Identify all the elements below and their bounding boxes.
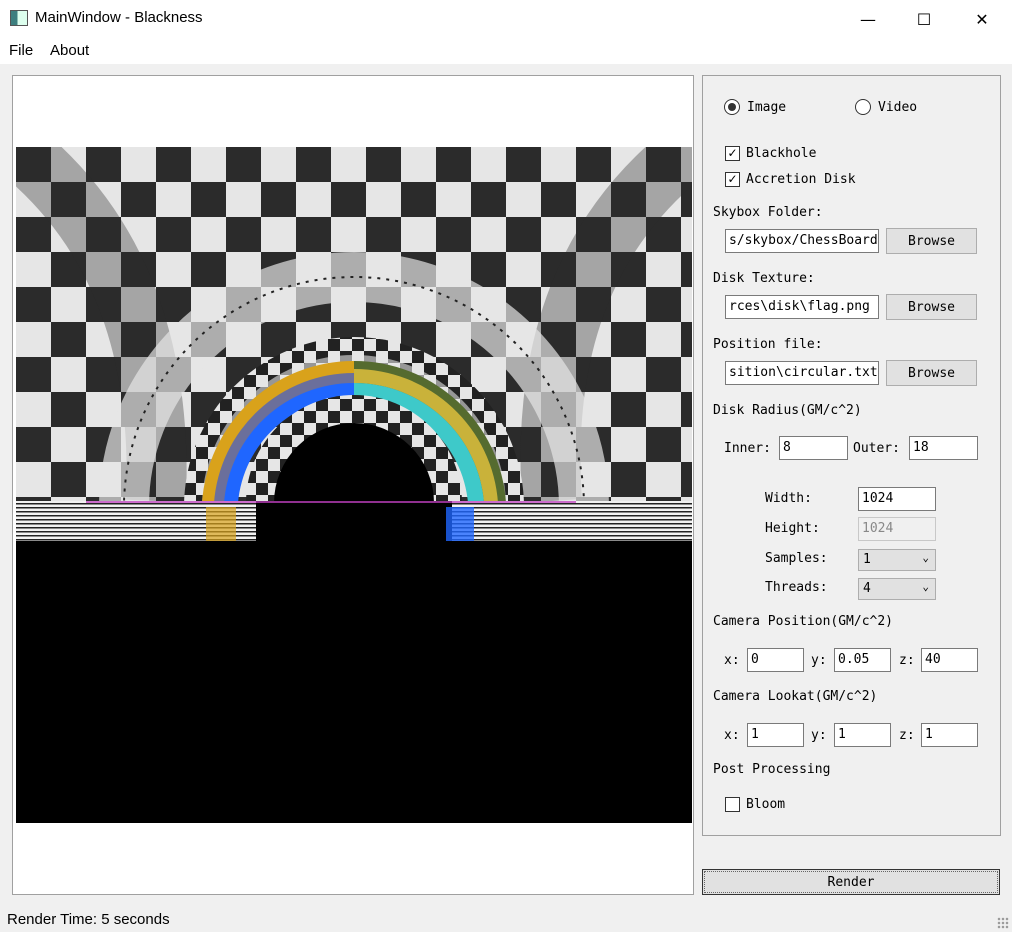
outer-radius-input[interactable]: 18 bbox=[909, 436, 978, 460]
menu-bar: File About bbox=[0, 38, 1012, 64]
cam-pos-y-input[interactable]: 0.05 bbox=[834, 648, 891, 672]
image-radio-label[interactable]: Image bbox=[747, 100, 786, 115]
cam-look-x-input[interactable]: 1 bbox=[747, 723, 804, 747]
accretion-disk-checkbox[interactable]: ✓ bbox=[725, 172, 740, 187]
skybox-browse-button[interactable]: Browse bbox=[886, 228, 977, 254]
inner-label: Inner: bbox=[724, 441, 771, 456]
title-bar: MainWindow - Blackness — ☐ ✕ bbox=[0, 0, 1012, 38]
camera-lookat-label: Camera Lookat(GM/c^2) bbox=[713, 689, 878, 704]
video-radio[interactable] bbox=[855, 99, 871, 115]
resize-grip-icon[interactable] bbox=[997, 917, 1009, 929]
video-radio-label[interactable]: Video bbox=[878, 100, 917, 115]
inner-radius-input[interactable]: 8 bbox=[779, 436, 848, 460]
close-button[interactable]: ✕ bbox=[954, 0, 1010, 38]
bloom-label[interactable]: Bloom bbox=[746, 797, 785, 812]
samples-value: 1 bbox=[863, 552, 871, 567]
width-label: Width: bbox=[765, 491, 812, 506]
outer-label: Outer: bbox=[853, 441, 900, 456]
threads-value: 4 bbox=[863, 581, 871, 596]
disk-radius-label: Disk Radius(GM/c^2) bbox=[713, 403, 862, 418]
blackhole-render-image bbox=[16, 147, 692, 823]
position-file-input[interactable]: sition\circular.txt bbox=[725, 361, 879, 385]
disk-texture-input[interactable]: rces\disk\flag.png bbox=[725, 295, 879, 319]
chevron-down-icon: ⌄ bbox=[922, 580, 929, 593]
check-icon: ✓ bbox=[727, 172, 738, 186]
samples-select[interactable]: 1 ⌄ bbox=[858, 549, 936, 571]
cam-pos-z-label: z: bbox=[899, 653, 915, 668]
height-input: 1024 bbox=[858, 517, 936, 541]
render-view bbox=[12, 75, 694, 895]
control-panel: Image Video ✓ Blackhole ✓ Accretion Disk… bbox=[702, 75, 1001, 836]
cam-pos-z-input[interactable]: 40 bbox=[921, 648, 978, 672]
disk-texture-label: Disk Texture: bbox=[713, 271, 815, 286]
cam-look-z-label: z: bbox=[899, 728, 915, 743]
skybox-folder-label: Skybox Folder: bbox=[713, 205, 823, 220]
samples-label: Samples: bbox=[765, 551, 828, 566]
status-bar-text: Render Time: 5 seconds bbox=[7, 911, 170, 928]
render-button[interactable]: Render bbox=[702, 869, 1000, 895]
width-input[interactable]: 1024 bbox=[858, 487, 936, 511]
app-icon bbox=[10, 10, 28, 26]
cam-look-y-label: y: bbox=[811, 728, 827, 743]
window-title: MainWindow - Blackness bbox=[35, 9, 203, 26]
menu-file[interactable]: File bbox=[9, 42, 33, 59]
render-image bbox=[16, 147, 692, 823]
blackhole-label[interactable]: Blackhole bbox=[746, 146, 816, 161]
blackhole-checkbox[interactable]: ✓ bbox=[725, 146, 740, 161]
height-label: Height: bbox=[765, 521, 820, 536]
menu-about[interactable]: About bbox=[50, 42, 89, 59]
minimize-button[interactable]: — bbox=[840, 0, 896, 38]
cam-pos-y-label: y: bbox=[811, 653, 827, 668]
disk-texture-browse-button[interactable]: Browse bbox=[886, 294, 977, 320]
threads-select[interactable]: 4 ⌄ bbox=[858, 578, 936, 600]
cam-look-x-label: x: bbox=[724, 728, 740, 743]
chevron-down-icon: ⌄ bbox=[922, 551, 929, 564]
cam-pos-x-label: x: bbox=[724, 653, 740, 668]
cam-pos-x-input[interactable]: 0 bbox=[747, 648, 804, 672]
accretion-disk-label[interactable]: Accretion Disk bbox=[746, 172, 856, 187]
position-file-label: Position file: bbox=[713, 337, 823, 352]
bloom-checkbox[interactable] bbox=[725, 797, 740, 812]
camera-position-label: Camera Position(GM/c^2) bbox=[713, 614, 894, 629]
position-file-browse-button[interactable]: Browse bbox=[886, 360, 977, 386]
image-radio[interactable] bbox=[724, 99, 740, 115]
check-icon: ✓ bbox=[727, 146, 738, 160]
maximize-button[interactable]: ☐ bbox=[896, 0, 952, 38]
cam-look-z-input[interactable]: 1 bbox=[921, 723, 978, 747]
cam-look-y-input[interactable]: 1 bbox=[834, 723, 891, 747]
threads-label: Threads: bbox=[765, 580, 828, 595]
post-processing-label: Post Processing bbox=[713, 762, 831, 777]
skybox-folder-input[interactable]: s/skybox/ChessBoard bbox=[725, 229, 879, 253]
